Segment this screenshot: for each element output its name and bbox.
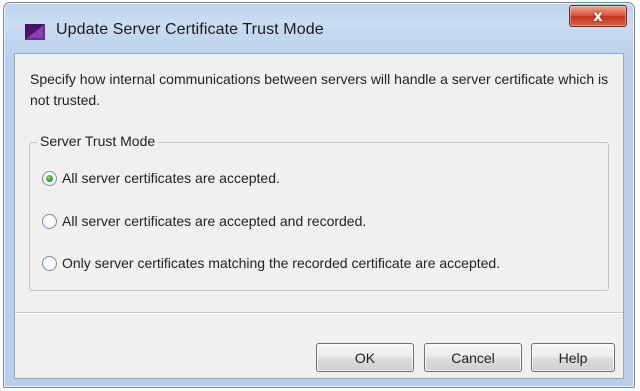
ok-button[interactable]: OK [316, 343, 414, 372]
server-trust-mode-group: Server Trust Mode All server certificate… [29, 133, 609, 291]
purple-flag-icon [25, 24, 45, 40]
radio-option-accept-all[interactable]: All server certificates are accepted. [42, 170, 280, 186]
radio-option-matching-recorded[interactable]: Only server certificates matching the re… [42, 255, 500, 271]
close-icon: x [593, 6, 603, 25]
title-bar[interactable]: Update Server Certificate Trust Mode x [4, 3, 634, 57]
radio-label[interactable]: All server certificates are accepted. [62, 170, 280, 186]
help-button[interactable]: Help [531, 343, 615, 372]
window-title: Update Server Certificate Trust Mode [56, 21, 324, 38]
description-text: Specify how internal communications betw… [30, 71, 609, 108]
radio-button[interactable] [42, 213, 57, 229]
radio-label[interactable]: Only server certificates matching the re… [62, 255, 500, 271]
cancel-button[interactable]: Cancel [424, 343, 522, 372]
group-label: Server Trust Mode [37, 133, 159, 149]
dialog-window: Update Server Certificate Trust Mode x S… [3, 2, 635, 388]
dialog-body: Specify how internal communications betw… [14, 53, 624, 379]
radio-label[interactable]: All server certificates are accepted and… [62, 213, 366, 229]
divider [15, 312, 623, 314]
close-button[interactable]: x [569, 5, 627, 27]
radio-option-accept-and-record[interactable]: All server certificates are accepted and… [42, 213, 366, 229]
radio-button-selected[interactable] [42, 170, 57, 186]
radio-button[interactable] [42, 255, 57, 271]
